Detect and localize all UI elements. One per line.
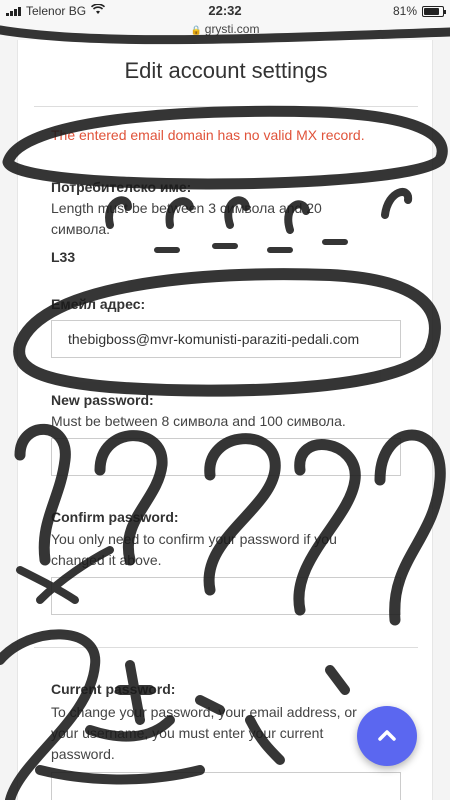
email-field[interactable]: thebigboss@mvr-komunisti-paraziti-pedali…: [51, 320, 401, 358]
address-bar[interactable]: 🔒 grysti.com: [0, 22, 450, 40]
new-password-help: Must be between 8 символа and 100 символ…: [51, 413, 346, 429]
email-label: Емейл адрес:: [51, 296, 146, 312]
current-password-help: To change your password, your email addr…: [51, 704, 357, 762]
page-title: Edit account settings: [124, 58, 328, 83]
current-password-field[interactable]: [51, 772, 401, 800]
username-label: Потребителско име:: [51, 179, 192, 195]
error-message: The entered email domain has no valid MX…: [51, 127, 365, 143]
scroll-top-button[interactable]: [357, 706, 417, 766]
confirm-password-field[interactable]: [51, 577, 401, 615]
new-password-field[interactable]: [51, 438, 401, 476]
battery-icon: [422, 5, 446, 17]
settings-card: Edit account settings The entered email …: [17, 40, 433, 800]
confirm-password-help: You only need to confirm your password i…: [51, 531, 337, 568]
chevron-up-icon: [378, 730, 396, 741]
status-bar: Telenor BG 22:32 81%: [0, 0, 450, 22]
username-help: Length must be between 3 символа and 20 …: [51, 200, 322, 237]
new-password-label: New password:: [51, 392, 154, 408]
status-time: 22:32: [208, 3, 242, 18]
section-divider: [34, 647, 418, 648]
lock-icon: 🔒: [190, 25, 202, 35]
confirm-password-label: Confirm password:: [51, 509, 179, 525]
username-value: L33: [51, 249, 76, 265]
title-divider: [34, 106, 418, 107]
url-text: grysti.com: [204, 22, 260, 36]
battery-percent: 81%: [392, 4, 417, 18]
current-password-label: Current password:: [51, 681, 176, 697]
